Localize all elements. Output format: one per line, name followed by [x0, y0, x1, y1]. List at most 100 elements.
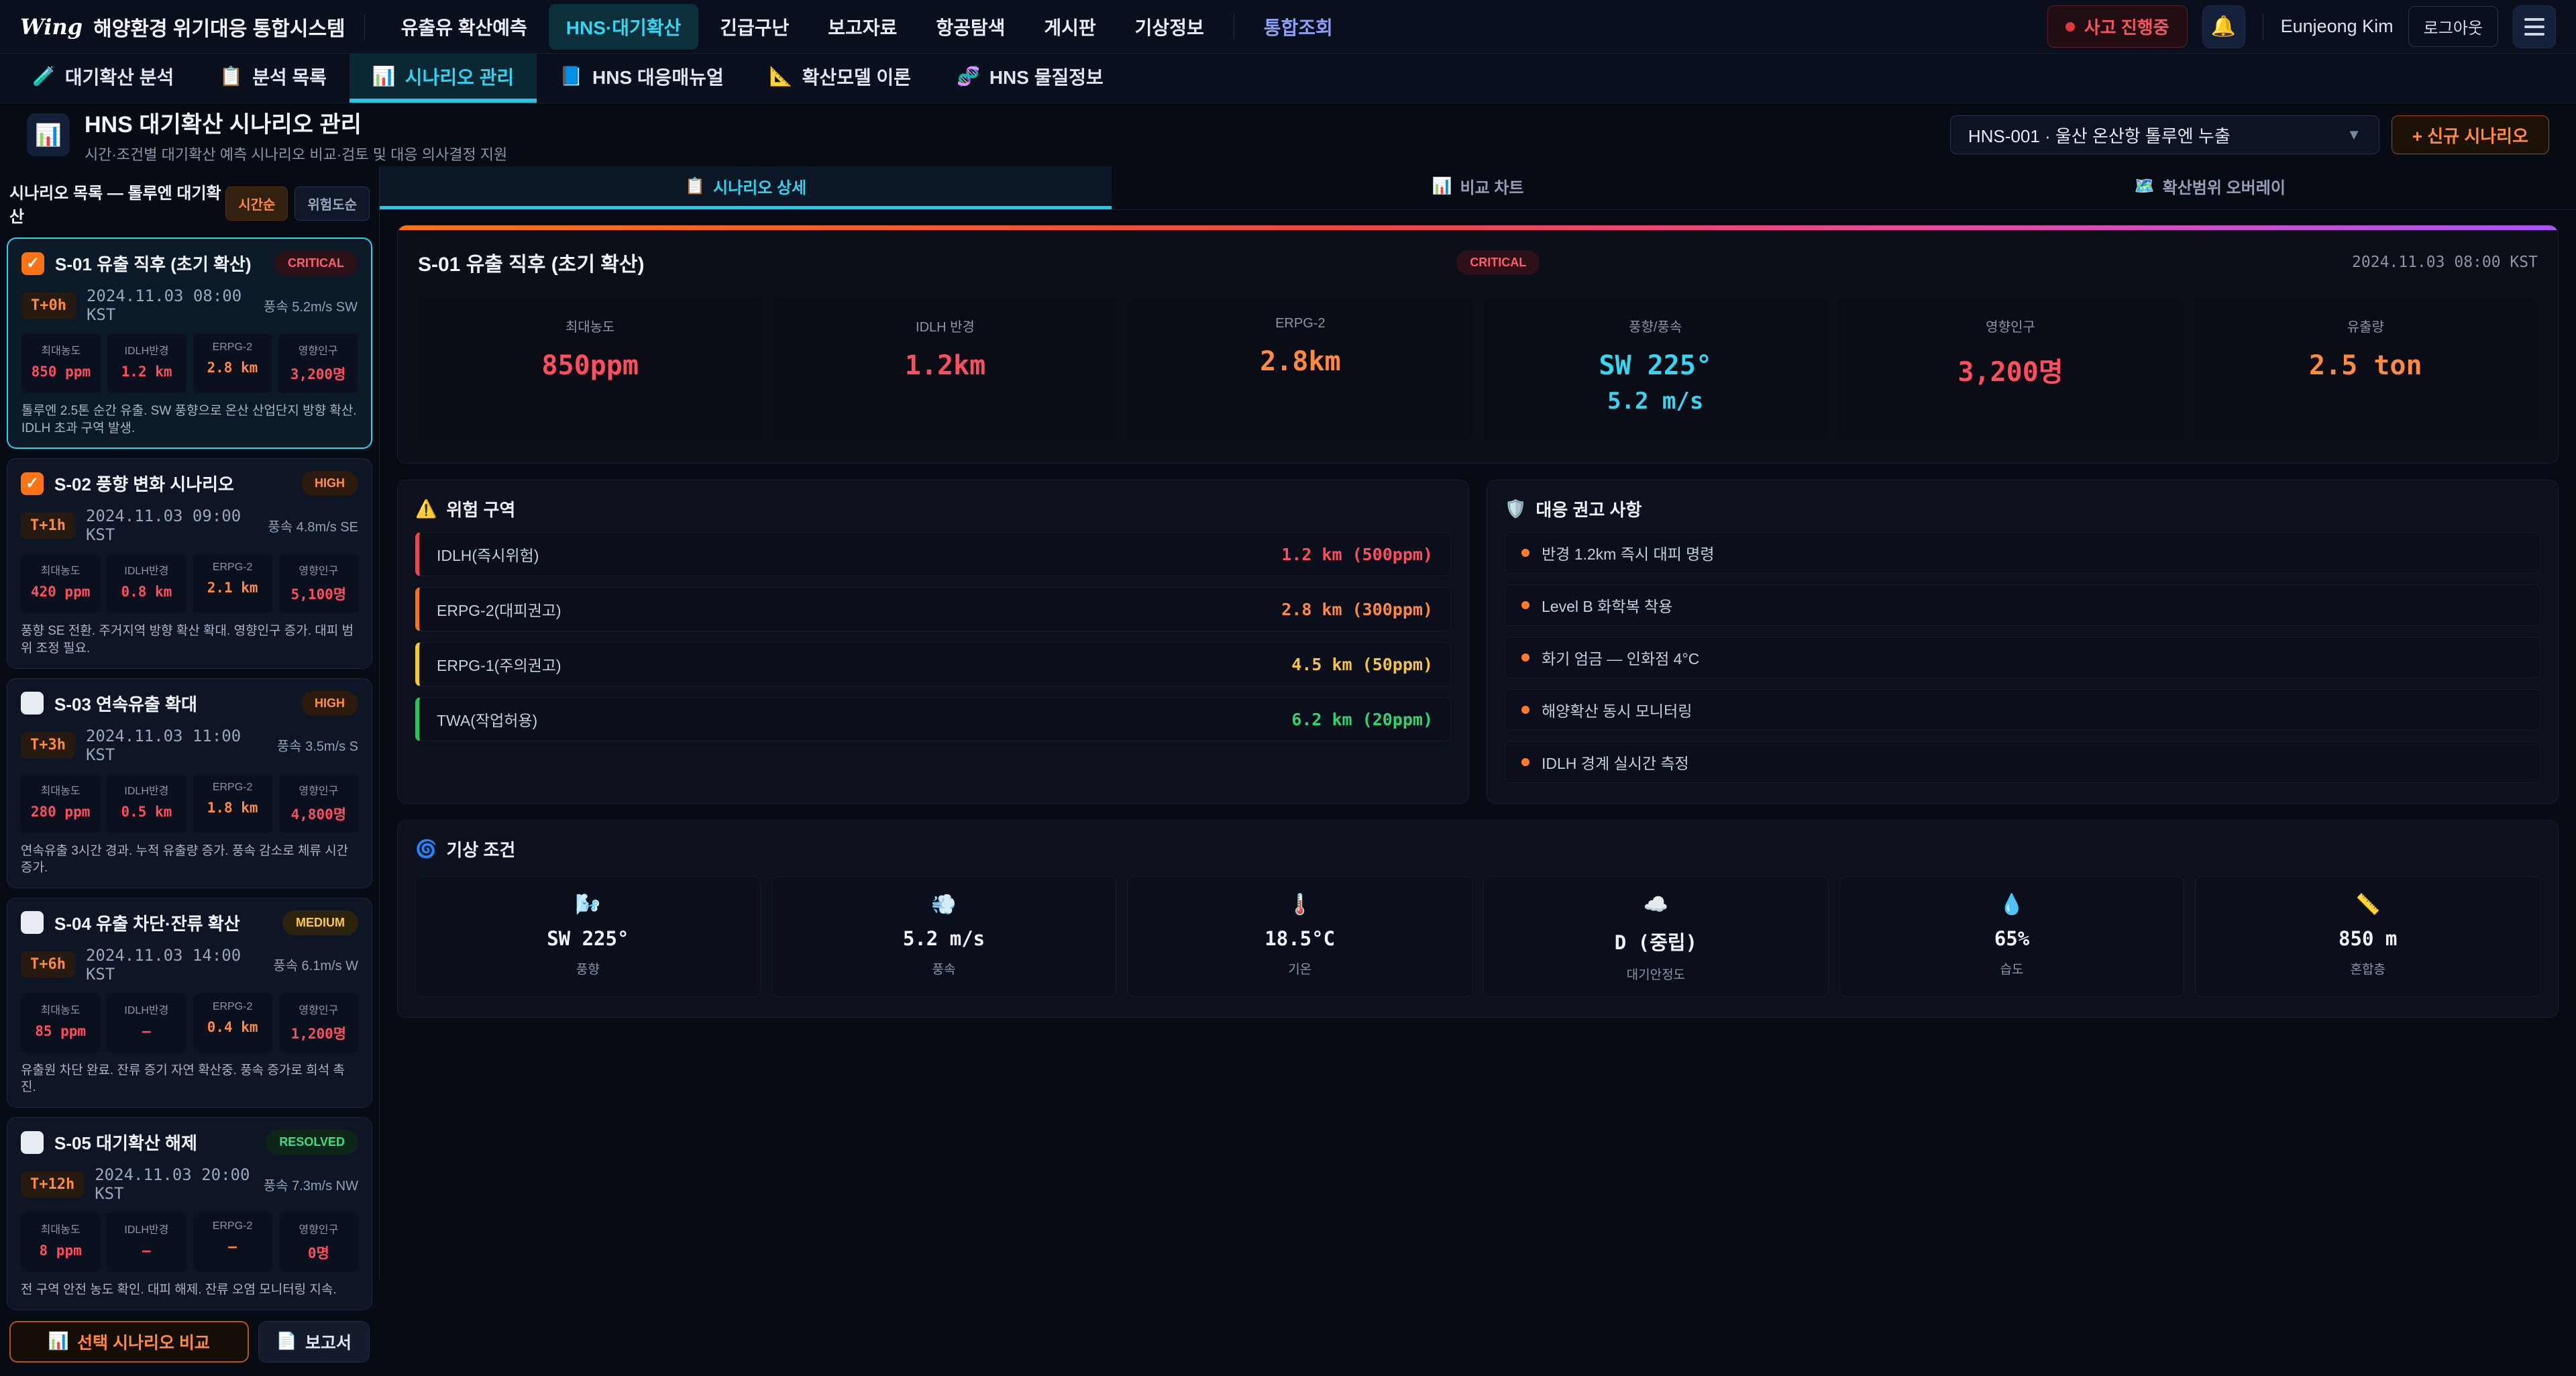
logout-button[interactable]: 로그아웃 — [2408, 6, 2498, 47]
nav-item-weather[interactable]: 기상정보 — [1118, 4, 1222, 50]
risk-zone-twa: TWA(작업허용) 6.2 km (20ppm) — [415, 697, 1451, 741]
scenario-checkbox[interactable] — [21, 692, 44, 715]
scenario-description: 유출원 차단 완료. 잔류 증기 자연 확산중. 풍속 증가로 희석 촉진. — [21, 1062, 358, 1096]
stat-idlh-radius: IDLH반경 0.8 km — [107, 553, 186, 613]
detail-stat-spill-amount: 유출량 2.5 ton — [2194, 297, 2538, 441]
sidebar-title: 시나리오 목록 — 톨루엔 대기확산 — [9, 180, 225, 227]
weather-stability: ☁️ D (중립) 대기안정도 — [1483, 876, 1829, 997]
main-nav: 유출유 확산예측 HNS·대기확산 긴급구난 보고자료 항공탐색 게시판 기상정… — [384, 4, 1350, 50]
stat-affected-population: 영향인구 4,800명 — [279, 774, 358, 833]
scenario-datetime: 2024.11.03 11:00 KST — [86, 727, 266, 764]
app-title: 해양환경 위기대응 통합시스템 — [93, 12, 345, 42]
page-subtitle: 시간·조건별 대기확산 예측 시나리오 비교·검토 및 대응 의사결정 지원 — [85, 143, 507, 164]
scenario-wind: 풍속 6.1m/s W — [273, 955, 358, 974]
bullet-dot-icon — [1521, 601, 1529, 609]
scenario-title: S-05 대기확산 해제 — [54, 1130, 197, 1155]
tab-hns-manual[interactable]: 📘 HNS 대응매뉴얼 — [537, 54, 747, 103]
clipboard-icon: 📋 — [219, 65, 243, 87]
nav-item-rescue[interactable]: 긴급구난 — [702, 4, 806, 50]
recommendations-panel: 🛡️ 대응 권고 사항 반경 1.2km 즉시 대피 명령 Level B 화학… — [1487, 480, 2559, 804]
stat-erpg2: ERPG-2 — — [193, 1212, 272, 1272]
logo-wing-icon: Wing — [20, 14, 83, 40]
stat-idlh-radius: IDLH반경 — — [107, 1212, 186, 1272]
recommendation-item: Level B 화학복 착용 — [1505, 584, 2540, 626]
stat-erpg2: ERPG-2 2.1 km — [193, 553, 272, 613]
scenario-card-s05[interactable]: S-05 대기확산 해제 RESOLVED T+12h 2024.11.03 2… — [7, 1117, 372, 1310]
incident-select[interactable]: HNS-001 · 울산 온산항 톨루엔 누출 ▼ — [1950, 115, 2379, 154]
nav-item-board[interactable]: 게시판 — [1026, 4, 1113, 50]
nav-item-reports[interactable]: 보고자료 — [810, 4, 914, 50]
report-button[interactable]: 📄 보고서 — [258, 1321, 370, 1363]
detail-stat-idlh-radius: IDLH 반경 1.2km — [773, 297, 1117, 441]
scenario-datetime: 2024.11.03 09:00 KST — [86, 507, 257, 544]
scenario-checkbox[interactable] — [21, 252, 44, 275]
scenario-card-s04[interactable]: S-04 유출 차단·잔류 확산 MEDIUM T+6h 2024.11.03 … — [7, 898, 372, 1108]
tab-diffusion-analysis[interactable]: 🧪 대기확산 분석 — [9, 54, 197, 103]
weather-humidity: 💧 65% 습도 — [1839, 876, 2185, 997]
main-panel: 📋 시나리오 상세 📊 비교 차트 🗺️ 확산범위 오버레이 S-01 유출 직… — [380, 166, 2576, 1279]
scenario-checkbox[interactable] — [21, 1131, 44, 1154]
notification-bell-button[interactable]: 🔔 — [2202, 5, 2245, 48]
dash-wind-icon: 💨 — [772, 893, 1116, 916]
top-navbar: Wing 해양환경 위기대응 통합시스템 유출유 확산예측 HNS·대기확산 긴… — [0, 0, 2576, 54]
scenario-card-s02[interactable]: S-02 풍향 변화 시나리오 HIGH T+1h 2024.11.03 09:… — [7, 458, 372, 668]
warning-icon: ⚠️ — [415, 498, 437, 519]
stat-erpg2: ERPG-2 1.8 km — [193, 774, 272, 833]
hamburger-icon — [2524, 18, 2544, 36]
scenario-checkbox[interactable] — [21, 472, 44, 495]
detail-stat-max-concentration: 최대농도 850ppm — [418, 297, 762, 441]
stat-max-concentration: 최대농도 280 ppm — [21, 774, 100, 833]
stat-erpg2: ERPG-2 0.4 km — [193, 993, 272, 1053]
scenario-card-s01[interactable]: S-01 유출 직후 (초기 확산) CRITICAL T+0h 2024.11… — [7, 237, 372, 449]
scenario-wind: 풍속 7.3m/s NW — [264, 1175, 358, 1194]
incident-status-badge: 사고 진행중 — [2047, 5, 2188, 48]
tab-scenario-management[interactable]: 📊 시나리오 관리 — [350, 54, 537, 103]
triangle-ruler-icon: 📐 — [769, 65, 793, 87]
time-offset-badge: T+1h — [21, 513, 75, 539]
ruler-icon: 📏 — [2196, 893, 2540, 916]
compare-scenarios-button[interactable]: 📊 선택 시나리오 비교 — [9, 1321, 249, 1363]
sort-by-time-button[interactable]: 시간순 — [225, 187, 288, 221]
app-logo: Wing 해양환경 위기대응 통합시스템 — [20, 12, 345, 42]
nav-item-oil-spill[interactable]: 유출유 확산예측 — [384, 4, 545, 50]
thermometer-icon: 🌡️ — [1128, 893, 1472, 916]
tab-diffusion-overlay[interactable]: 🗺️ 확산범위 오버레이 — [1844, 166, 2576, 209]
droplet-icon: 💧 — [1840, 893, 2184, 916]
tab-comparison-chart[interactable]: 📊 비교 차트 — [1112, 166, 1843, 209]
stat-affected-population: 영향인구 5,100명 — [279, 553, 358, 613]
sub-tab-bar: 🧪 대기확산 분석 📋 분석 목록 📊 시나리오 관리 📘 HNS 대응매뉴얼 … — [0, 54, 2576, 103]
stat-max-concentration: 최대농도 420 ppm — [21, 553, 100, 613]
scenario-detail-card: S-01 유출 직후 (초기 확산) CRITICAL 2024.11.03 0… — [397, 225, 2559, 464]
severity-badge: CRITICAL — [1456, 250, 1540, 275]
risk-zone-erpg1: ERPG-1(주의권고) 4.5 km (50ppm) — [415, 642, 1451, 686]
new-scenario-button[interactable]: + 신규 시나리오 — [2392, 115, 2549, 154]
nav-item-integrated-search[interactable]: 통합조회 — [1246, 4, 1350, 50]
sort-by-risk-button[interactable]: 위험도순 — [294, 187, 370, 221]
weather-wind-speed: 💨 5.2 m/s 풍속 — [771, 876, 1117, 997]
nav-item-air-search[interactable]: 항공탐색 — [918, 4, 1022, 50]
menu-button[interactable] — [2513, 5, 2556, 48]
tab-model-theory[interactable]: 📐 확산모델 이론 — [747, 54, 934, 103]
scenario-datetime: 2024.11.03 14:00 KST — [86, 946, 262, 984]
stat-affected-population: 영향인구 3,200명 — [278, 333, 358, 393]
bell-icon: 🔔 — [2211, 15, 2236, 38]
recommendation-item: IDLH 경계 실시간 측정 — [1505, 741, 2540, 783]
stat-affected-population: 영향인구 1,200명 — [279, 993, 358, 1053]
time-offset-badge: T+3h — [21, 732, 75, 758]
tab-scenario-detail[interactable]: 📋 시나리오 상세 — [380, 166, 1112, 209]
navbar-right: 사고 진행중 🔔 Eunjeong Kim 로그아웃 — [2047, 5, 2556, 48]
dna-icon: 🧬 — [957, 65, 980, 87]
tab-analysis-list[interactable]: 📋 분석 목록 — [197, 54, 350, 103]
bullet-dot-icon — [1521, 758, 1529, 766]
cloud-icon: ☁️ — [1484, 893, 1828, 916]
scenario-checkbox[interactable] — [21, 911, 44, 934]
scenario-description: 풍향 SE 전환. 주거지역 방향 확산 확대. 영향인구 증가. 대피 범위 … — [21, 623, 358, 657]
tab-hns-substance-info[interactable]: 🧬 HNS 물질정보 — [934, 54, 1126, 103]
nav-item-hns-diffusion[interactable]: HNS·대기확산 — [549, 4, 698, 50]
scenario-datetime: 2024.11.03 20:00 KST — [95, 1165, 253, 1203]
test-tube-icon: 🧪 — [32, 65, 56, 87]
stat-erpg2: ERPG-2 2.8 km — [193, 333, 272, 393]
scenario-card-s03[interactable]: S-03 연속유출 확대 HIGH T+3h 2024.11.03 11:00 … — [7, 678, 372, 888]
scenario-title: S-03 연속유출 확대 — [54, 691, 197, 716]
bullet-dot-icon — [1521, 653, 1529, 661]
